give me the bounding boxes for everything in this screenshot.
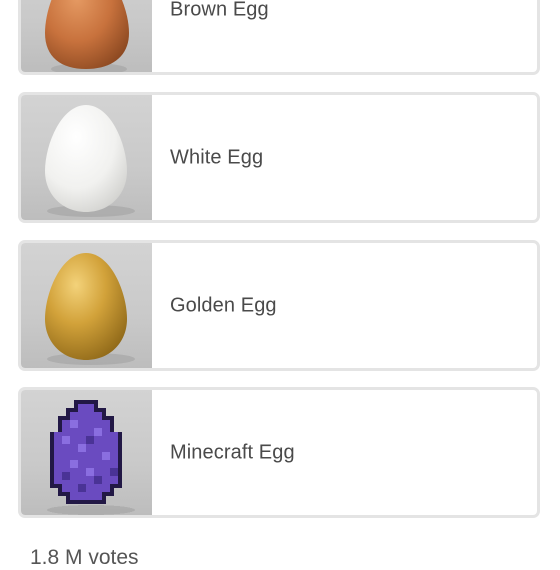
poll-option-label: White Egg xyxy=(170,146,264,168)
golden-egg-image xyxy=(21,243,152,368)
minecraft-egg-image xyxy=(21,390,152,515)
poll-option-label: Golden Egg xyxy=(170,294,277,316)
poll-option-golden-egg[interactable]: Golden Egg xyxy=(18,240,540,371)
poll-option-label: Brown Egg xyxy=(170,0,269,20)
vote-count: 1.8 M votes xyxy=(30,546,139,569)
poll-option-minecraft-egg[interactable]: Minecraft Egg xyxy=(18,387,540,518)
brown-egg-image xyxy=(21,0,152,72)
white-egg-image xyxy=(21,95,152,220)
poll-option-brown-egg[interactable]: Brown Egg xyxy=(18,0,540,75)
poll-option-white-egg[interactable]: White Egg xyxy=(18,92,540,223)
poll-option-label: Minecraft Egg xyxy=(170,441,295,463)
